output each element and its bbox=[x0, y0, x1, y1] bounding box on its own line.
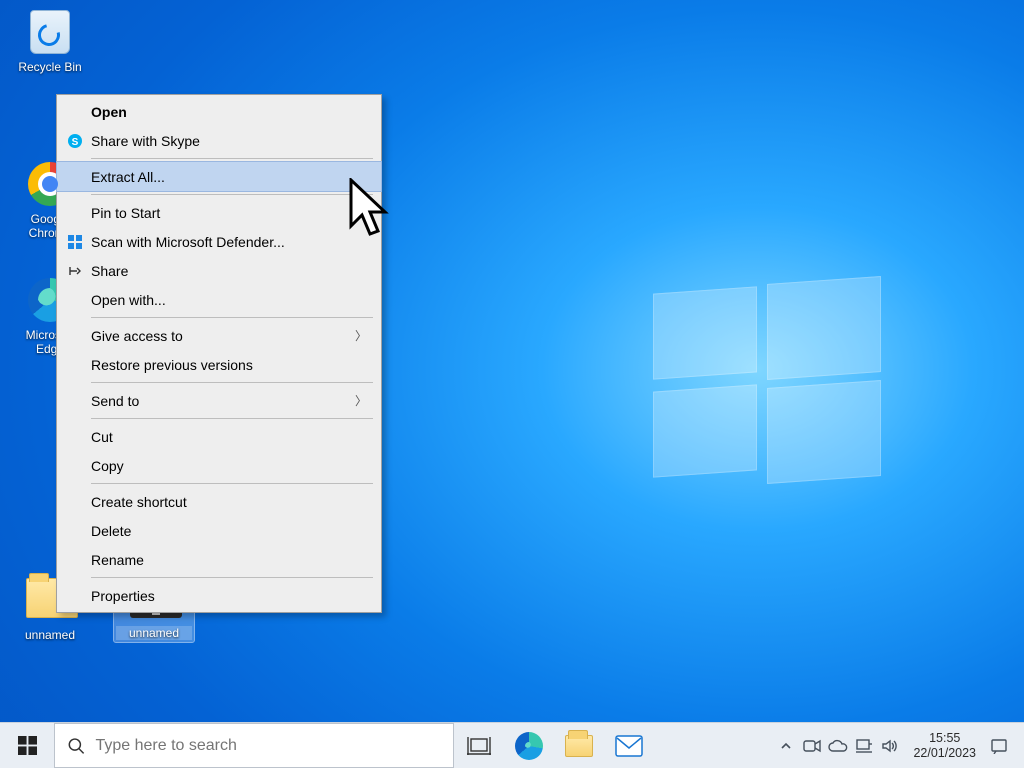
menu-item-extract-all[interactable]: Extract All... bbox=[57, 162, 381, 191]
desktop[interactable]: Recycle Bin Google Chrome Microsoft Edge… bbox=[0, 0, 1024, 768]
skype-icon: S bbox=[65, 131, 85, 151]
search-icon bbox=[67, 736, 85, 756]
menu-item-copy[interactable]: Copy bbox=[57, 451, 381, 480]
menu-item-pin-to-start[interactable]: Pin to Start bbox=[57, 198, 381, 227]
clock-time: 15:55 bbox=[913, 731, 976, 746]
search-box[interactable] bbox=[54, 723, 454, 768]
windows-logo-wallpaper bbox=[653, 280, 881, 480]
search-input[interactable] bbox=[95, 737, 441, 755]
menu-item-open[interactable]: Open bbox=[57, 97, 381, 126]
menu-item-create-shortcut[interactable]: Create shortcut bbox=[57, 487, 381, 516]
task-view-icon bbox=[467, 736, 491, 756]
chevron-right-icon: 〉 bbox=[355, 327, 367, 344]
chevron-right-icon: 〉 bbox=[355, 392, 367, 409]
tray-notifications-icon[interactable] bbox=[986, 738, 1012, 754]
taskbar-app-edge[interactable] bbox=[504, 723, 554, 768]
share-icon bbox=[65, 261, 85, 281]
context-menu: Open S Share with Skype Extract All... P… bbox=[56, 94, 382, 613]
icon-label: unnamed bbox=[10, 628, 90, 642]
menu-item-share-skype[interactable]: S Share with Skype bbox=[57, 126, 381, 155]
taskbar: 15:55 22/01/2023 bbox=[0, 722, 1024, 768]
menu-item-scan-defender[interactable]: Scan with Microsoft Defender... bbox=[57, 227, 381, 256]
menu-item-restore-previous-versions[interactable]: Restore previous versions bbox=[57, 350, 381, 379]
icon-label: unnamed bbox=[116, 626, 192, 640]
tray-volume-icon[interactable] bbox=[877, 738, 903, 754]
windows-icon bbox=[18, 736, 37, 755]
menu-item-give-access-to[interactable]: Give access to〉 bbox=[57, 321, 381, 350]
icon-label: Recycle Bin bbox=[10, 60, 90, 74]
menu-item-send-to[interactable]: Send to〉 bbox=[57, 386, 381, 415]
menu-item-delete[interactable]: Delete bbox=[57, 516, 381, 545]
menu-item-rename[interactable]: Rename bbox=[57, 545, 381, 574]
tray-onedrive-icon[interactable] bbox=[825, 739, 851, 752]
task-view-button[interactable] bbox=[454, 723, 504, 768]
system-tray: 15:55 22/01/2023 bbox=[769, 723, 1024, 768]
svg-text:S: S bbox=[72, 137, 79, 148]
menu-item-open-with[interactable]: Open with... bbox=[57, 285, 381, 314]
tray-chevron-up-icon[interactable] bbox=[773, 740, 799, 752]
clock-date: 22/01/2023 bbox=[913, 746, 976, 761]
tray-meet-now-icon[interactable] bbox=[799, 739, 825, 753]
desktop-icon-recycle-bin[interactable]: Recycle Bin bbox=[10, 8, 90, 74]
menu-item-properties[interactable]: Properties bbox=[57, 581, 381, 610]
taskbar-clock[interactable]: 15:55 22/01/2023 bbox=[903, 731, 986, 761]
taskbar-app-mail[interactable] bbox=[604, 723, 654, 768]
defender-icon bbox=[65, 232, 85, 252]
tray-network-icon[interactable] bbox=[851, 738, 877, 754]
menu-item-cut[interactable]: Cut bbox=[57, 422, 381, 451]
menu-item-share[interactable]: Share bbox=[57, 256, 381, 285]
taskbar-app-explorer[interactable] bbox=[554, 723, 604, 768]
mail-icon bbox=[615, 735, 643, 757]
start-button[interactable] bbox=[0, 723, 54, 768]
